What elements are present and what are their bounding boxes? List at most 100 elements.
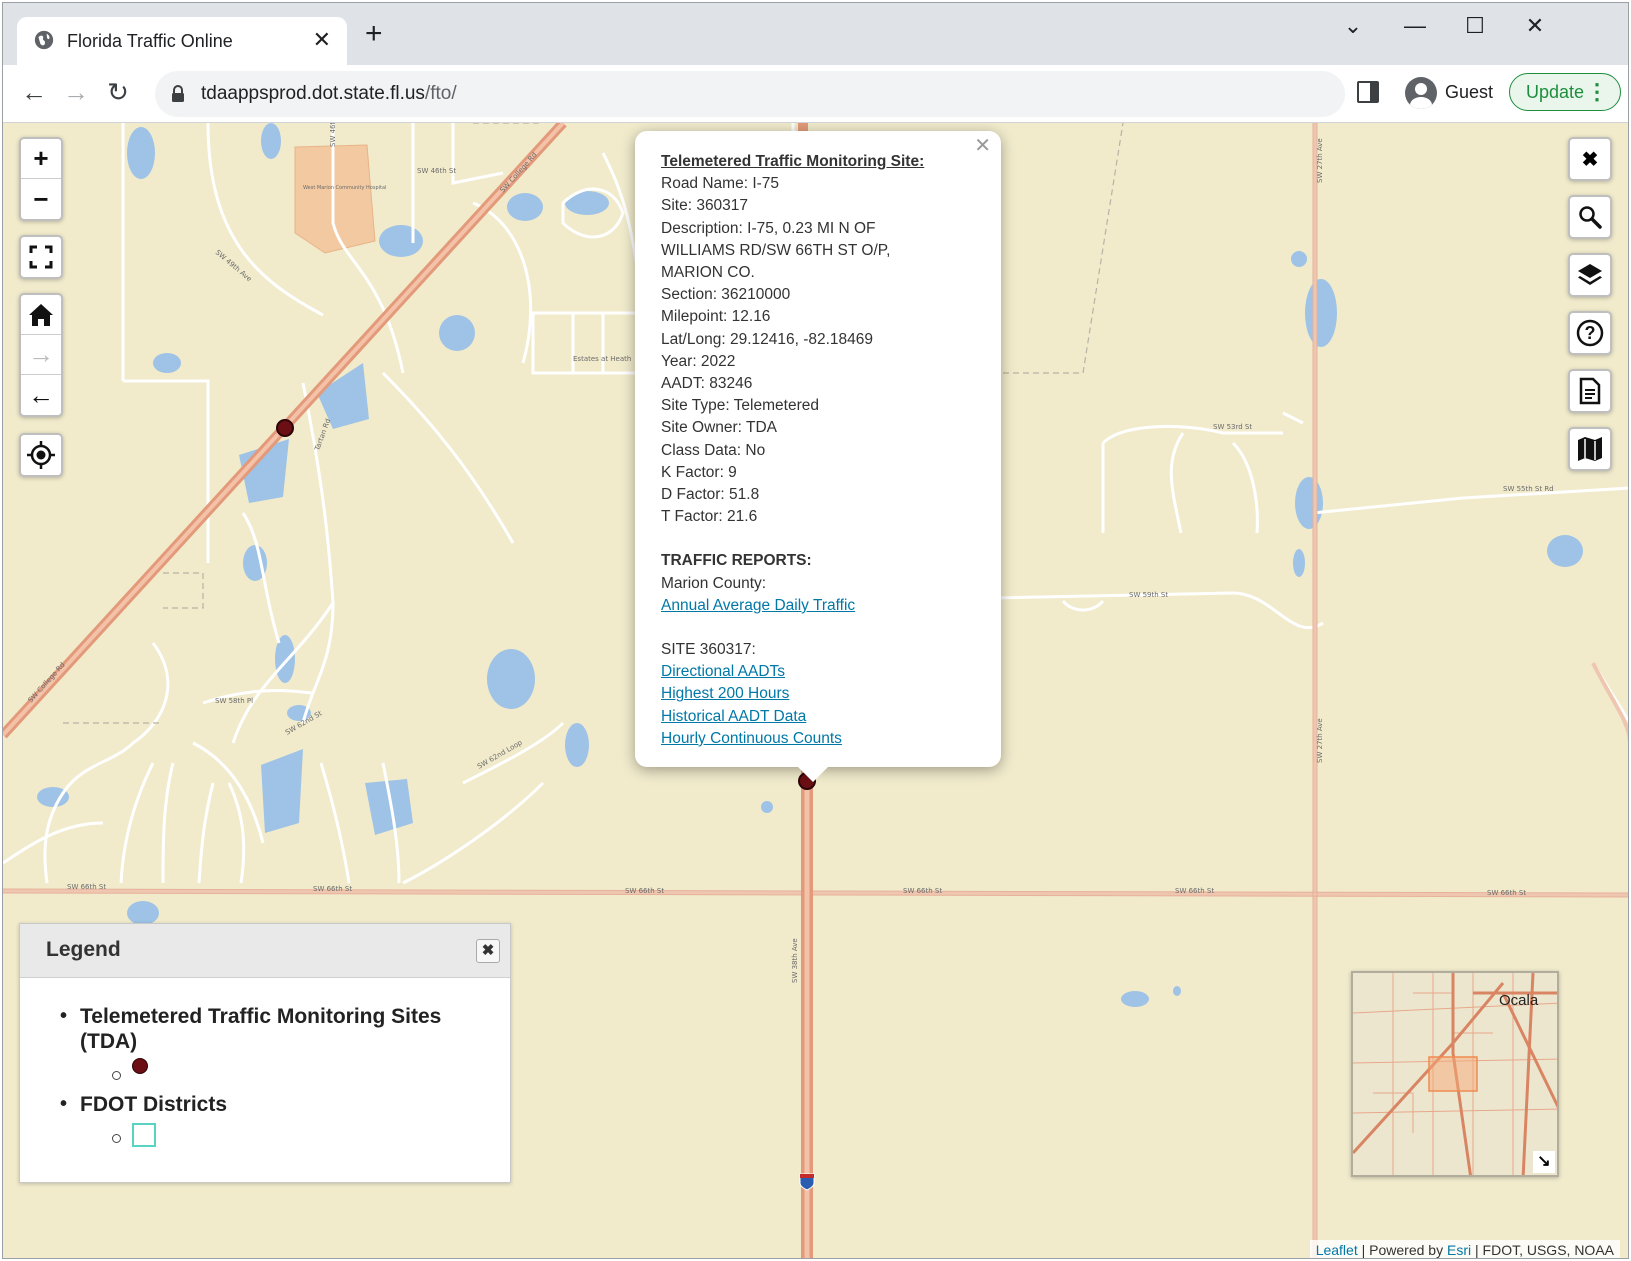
field-t-factor: T Factor: 21.6 — [661, 508, 758, 526]
zoom-out-icon[interactable]: − — [21, 179, 61, 219]
field-class-data: Class Data: No — [661, 441, 766, 459]
browser-window: Florida Traffic Online ✕ + ⌄ — ☐ ✕ ← → ↻… — [2, 2, 1629, 1259]
home-icon[interactable] — [21, 295, 61, 335]
district-symbol — [132, 1123, 156, 1147]
close-icon[interactable]: ✕ — [313, 27, 331, 53]
link-directional-aadts[interactable]: Directional AADTs — [661, 661, 975, 683]
label-sw-college-rd-2: SW College Rd — [27, 661, 67, 704]
fullscreen-icon[interactable] — [21, 237, 61, 277]
legend-item-sites-label: Telemetered Traffic Monitoring Sites (TD… — [80, 1005, 442, 1053]
legend-item-sites: Telemetered Traffic Monitoring Sites (TD… — [60, 1004, 500, 1088]
locate-control — [19, 433, 63, 477]
window-close-icon[interactable]: ✕ — [1515, 13, 1555, 39]
field-section: Section: 36210000 — [661, 286, 791, 304]
field-site-type: Site Type: Telemetered — [661, 397, 819, 415]
plus-icon[interactable]: + — [365, 19, 383, 49]
link-highest-200-hours[interactable]: Highest 200 Hours — [661, 683, 975, 705]
avatar-icon — [1405, 77, 1437, 109]
label-sw-27th-ave-2: SW 27th Ave — [1316, 718, 1324, 763]
profile-button[interactable]: Guest — [1401, 73, 1501, 113]
maximize-icon[interactable]: ☐ — [1455, 13, 1495, 39]
site-label: SITE 360317: — [661, 641, 756, 659]
update-button[interactable]: Update ⋮ — [1509, 73, 1621, 111]
navigation-control: → ← — [19, 293, 63, 417]
sidebar-icon[interactable] — [1357, 81, 1379, 103]
url-path: /fto/ — [424, 83, 457, 104]
label-hospital: West Marion Community Hospital — [303, 185, 386, 191]
fullscreen-control — [19, 235, 63, 279]
legend-title: Legend — [46, 938, 121, 961]
map-glyph — [1578, 437, 1602, 461]
search-glyph — [1579, 206, 1602, 229]
legend-item-districts-label: FDOT Districts — [80, 1093, 228, 1116]
leaflet-link[interactable]: Leaflet — [1316, 1242, 1358, 1258]
field-k-factor: K Factor: 9 — [661, 463, 737, 481]
overview-minimap[interactable]: Ocala ↘ — [1351, 971, 1559, 1177]
more-icon: ⋮ — [1586, 79, 1608, 104]
legend-header: Legend ✖ — [20, 924, 510, 978]
lock-icon — [172, 85, 184, 102]
link-hourly-continuous-counts[interactable]: Hourly Continuous Counts — [661, 728, 975, 750]
label-sw-college-rd-1: SW College Rd — [499, 151, 539, 194]
site-popup: ✕ Telemetered Traffic Monitoring Site: R… — [635, 131, 1001, 767]
field-description-2: WILLIAMS RD/SW 66TH ST O/P, — [661, 241, 891, 259]
zoom-control: + − — [19, 137, 63, 221]
home-glyph — [29, 303, 53, 326]
minimap-toggle-icon[interactable]: ↘ — [1533, 1151, 1555, 1173]
back-extent-icon[interactable]: ← — [21, 375, 61, 415]
field-description-3: MARION CO. — [661, 264, 755, 282]
popup-tip — [797, 766, 829, 782]
label-sw-66th-st-2: SW 66th St — [313, 885, 352, 893]
field-road-name: Road Name: I-75 — [661, 175, 780, 193]
map-view[interactable]: SW 66th St SW 66th St SW 66th St SW 66th… — [3, 123, 1628, 1258]
map-attribution: Leaflet | Powered by Esri | FDOT, USGS, … — [1309, 1240, 1620, 1258]
profile-label: Guest — [1445, 82, 1494, 102]
hospital-area — [294, 144, 376, 254]
reload-icon[interactable]: ↻ — [101, 77, 135, 107]
layers-icon[interactable] — [1568, 253, 1612, 297]
label-sw-53rd-st: SW 53rd St — [1213, 423, 1252, 431]
map-icon[interactable] — [1568, 427, 1612, 471]
link-annual-average-daily-traffic[interactable]: Annual Average Daily Traffic — [661, 595, 975, 617]
popup-close-icon[interactable]: ✕ — [974, 135, 991, 157]
data-sources: FDOT, USGS, NOAA — [1482, 1242, 1614, 1258]
fullscreen-glyph — [29, 245, 53, 269]
label-sw-59th-st: SW 59th St — [1129, 591, 1168, 599]
legend-sub-sites — [112, 1054, 500, 1088]
tab-strip: Florida Traffic Online ✕ + ⌄ — ☐ ✕ — [3, 3, 1628, 65]
help-glyph: ? — [1576, 319, 1604, 347]
powered-by: Powered by — [1369, 1242, 1444, 1258]
tab-florida-traffic-online[interactable]: Florida Traffic Online ✕ — [17, 17, 347, 65]
field-d-factor: D Factor: 51.8 — [661, 486, 760, 504]
document-icon[interactable] — [1568, 369, 1612, 413]
legend-panel: Legend ✖ Telemetered Traffic Monitoring … — [19, 923, 511, 1183]
help-icon[interactable]: ? — [1568, 311, 1612, 355]
esri-link[interactable]: Esri — [1447, 1242, 1471, 1258]
label-sw-66th-st-5: SW 66th St — [1175, 887, 1214, 895]
back-arrow-icon[interactable]: ← — [17, 77, 51, 107]
interstate-shield — [799, 1173, 815, 1191]
label-sw-55th-st-rd: SW 55th St Rd — [1503, 485, 1554, 493]
minimize-icon[interactable]: — — [1395, 13, 1435, 39]
link-historical-aadt-data[interactable]: Historical AADT Data — [661, 706, 975, 728]
legend-item-districts: FDOT Districts — [60, 1092, 500, 1151]
minimap-map: Ocala — [1353, 973, 1557, 1175]
field-lat-long: Lat/Long: 29.12416, -82.18469 — [661, 330, 874, 348]
site-symbol — [132, 1058, 148, 1074]
label-sw-66th-st-3: SW 66th St — [625, 887, 664, 895]
label-sw-27th-ave-1: SW 27th Ave — [1316, 138, 1324, 183]
legend-close-icon[interactable]: ✖ — [476, 939, 500, 963]
forward-extent-icon[interactable]: → — [21, 335, 61, 375]
label-sw-66th-st-1: SW 66th St — [67, 883, 106, 891]
locate-icon[interactable] — [21, 435, 61, 475]
address-bar[interactable]: tdaappsprod.dot.state.fl.us/fto/ — [155, 71, 1345, 117]
chevron-down-icon[interactable]: ⌄ — [1333, 13, 1373, 39]
zoom-in-icon[interactable]: + — [21, 139, 61, 179]
search-icon[interactable] — [1568, 195, 1612, 239]
forward-arrow-icon[interactable]: → — [59, 77, 93, 107]
close-panel-glyph: ✖ — [1581, 148, 1599, 171]
field-site-owner: Site Owner: TDA — [661, 419, 778, 437]
site-marker-1 — [276, 419, 294, 437]
close-panel-icon[interactable]: ✖ — [1568, 137, 1612, 181]
label-sw-66th-st-4: SW 66th St — [903, 887, 942, 895]
